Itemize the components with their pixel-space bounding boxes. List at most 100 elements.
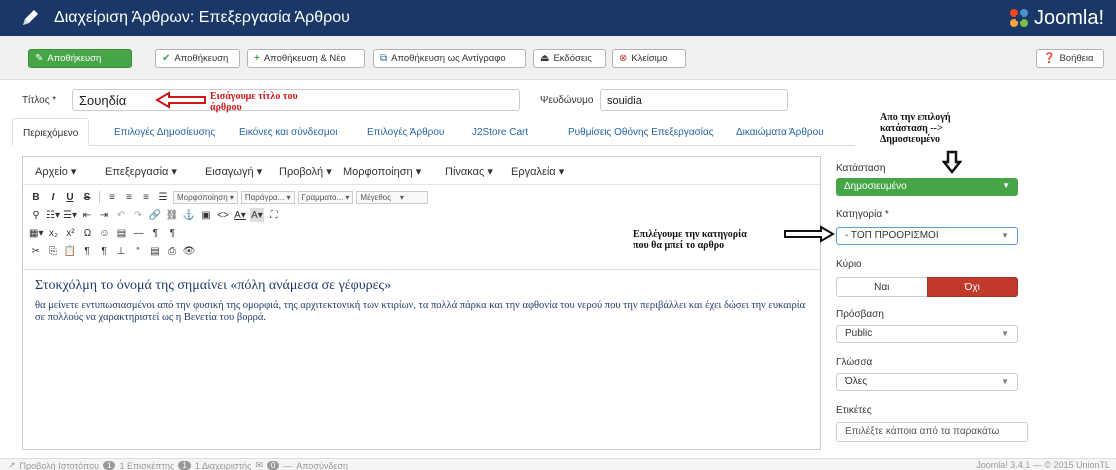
indent-icon[interactable]: ⇥ <box>97 208 111 222</box>
menu-view[interactable]: Προβολή ▾ <box>279 165 332 178</box>
check-icon: ✔ <box>162 53 171 64</box>
numbered-list-icon[interactable]: ☰▾ <box>63 208 77 222</box>
blockquote-icon[interactable]: “ <box>131 244 145 258</box>
size-select[interactable]: Μέγεθος ▾ <box>356 190 429 204</box>
find-replace-icon[interactable]: ⚲ <box>29 208 43 222</box>
format-select[interactable]: Μορφοποίηση ▾ <box>173 190 238 204</box>
status-select[interactable]: Δημοσιευμένο ▼ <box>836 178 1018 196</box>
action-toolbar: ✎ Αποθήκευση ✔ Αποθήκευση + Αποθήκευση &… <box>0 36 1116 80</box>
tab-editor-config[interactable]: Ρυθμίσεις Οθόνης Επεξεργασίας <box>568 118 714 146</box>
table-icon[interactable]: ▦▾ <box>29 226 43 240</box>
outdent-icon[interactable]: ⇤ <box>80 208 94 222</box>
tags-input[interactable]: Επιλέξτε κάποια από τα παρακάτω <box>836 422 1028 442</box>
link-icon[interactable]: 🔗 <box>148 208 162 222</box>
show-blocks-icon[interactable]: ¶ <box>80 244 94 258</box>
status-annotation-line2: κατάσταση --> <box>880 123 943 134</box>
unlink-icon[interactable]: ⛓ <box>165 208 179 222</box>
align-center-icon[interactable]: ≡ <box>122 190 136 204</box>
bold-icon[interactable]: B <box>29 190 43 204</box>
tab-article-options[interactable]: Επιλογές Άρθρου <box>367 118 444 146</box>
category-annotation-line1: Επιλέγουμε την κατηγορία <box>633 229 747 240</box>
edit-icon: ✎ <box>35 53 44 64</box>
menu-table[interactable]: Πίνακας ▾ <box>445 165 493 178</box>
apply-button[interactable]: ✎ Αποθήκευση <box>28 49 132 68</box>
access-value: Public <box>845 328 873 339</box>
toolbar-row-3: ▦▾ x₂ x² Ω ☺ ▤ — ¶ ¶ <box>29 225 179 241</box>
visual-chars-icon[interactable]: ¶ <box>97 244 111 258</box>
emoticon-icon[interactable]: ☺ <box>97 226 111 240</box>
chevron-down-icon: ▼ <box>1002 181 1010 190</box>
alias-input[interactable]: souidia <box>600 89 788 111</box>
paragraph-select-label: Παράγρα... <box>244 192 285 202</box>
text-color-icon[interactable]: A▾ <box>233 208 247 222</box>
apply-label: Αποθήκευση <box>47 53 102 64</box>
save-new-button[interactable]: + Αποθήκευση & Νέο <box>247 49 365 68</box>
print-icon[interactable]: ⎙ <box>165 244 179 258</box>
media-icon[interactable]: ▤ <box>114 226 128 240</box>
tab-permissions[interactable]: Δικαιώματα Άρθρου <box>736 118 824 146</box>
menu-tools[interactable]: Εργαλεία ▾ <box>511 165 564 178</box>
joomla-logo[interactable]: Joomla! <box>1008 6 1104 30</box>
featured-yes-button[interactable]: Ναι <box>836 277 927 297</box>
help-button[interactable]: ❓ Βοήθεια <box>1036 49 1104 68</box>
horizontal-rule-icon[interactable]: — <box>131 226 145 240</box>
menu-insert[interactable]: Εισαγωγή ▾ <box>205 165 262 178</box>
save-close-button[interactable]: ✔ Αποθήκευση <box>155 49 240 68</box>
tab-images-links[interactable]: Εικόνες και σύνδεσμοι <box>239 118 337 146</box>
menu-insert-label: Εισαγωγή <box>205 166 254 178</box>
anchor-icon[interactable]: ⚓ <box>182 208 196 222</box>
separator <box>99 191 100 203</box>
content-body: θα μείνετε εντυπωσιασμένοι από την φυσικ… <box>35 300 806 323</box>
background-color-icon[interactable]: A▾ <box>250 208 264 222</box>
bullet-list-icon[interactable]: ☷▾ <box>46 208 60 222</box>
tags-label: Ετικέτες <box>836 405 872 416</box>
fullscreen-icon[interactable]: ⛶ <box>267 208 281 222</box>
redo-icon[interactable]: ↷ <box>131 208 145 222</box>
tab-content[interactable]: Περιεχόμενο <box>12 118 90 146</box>
language-select[interactable]: Όλες ▼ <box>836 373 1018 391</box>
strikethrough-icon[interactable]: S <box>80 190 94 204</box>
versions-button[interactable]: ⏏ Εκδόσεις <box>533 49 606 68</box>
featured-no-button[interactable]: Όχι <box>926 277 1018 297</box>
wysiwyg-editor: Αρχείο ▾ Επεξεργασία ▾ Εισαγωγή ▾ Προβολ… <box>22 156 835 450</box>
italic-icon[interactable]: I <box>46 190 60 204</box>
ltr-icon[interactable]: ¶ <box>148 226 162 240</box>
menu-tools-label: Εργαλεία <box>511 166 556 178</box>
tab-j2store-cart[interactable]: J2Store Cart <box>472 118 528 146</box>
view-site-link[interactable]: Προβολή Ιστοτόπου <box>20 461 99 470</box>
align-justify-icon[interactable]: ☰ <box>156 190 170 204</box>
code-icon[interactable]: <> <box>216 208 230 222</box>
superscript-icon[interactable]: x² <box>63 226 77 240</box>
close-button[interactable]: ⊗ Κλείσιμο <box>612 49 686 68</box>
menu-format[interactable]: Μορφοποίηση ▾ <box>343 165 421 178</box>
font-select[interactable]: Γραμματο... ▾ <box>297 190 354 204</box>
save-copy-button[interactable]: ⧉ Αποθήκευση ως Αντίγραφο <box>373 49 526 68</box>
rtl-icon[interactable]: ¶ <box>165 226 179 240</box>
image-icon[interactable]: ▣ <box>199 208 213 222</box>
category-select[interactable]: - ΤΟΠ ΠΡΟΟΡΙΣΜΟΙ ▼ <box>836 227 1018 245</box>
editor-content[interactable]: Στοκχόλμη το όνομά της σημαίνει «πόλη αν… <box>23 269 820 449</box>
cut-icon[interactable]: ✂ <box>29 244 43 258</box>
special-char-icon[interactable]: Ω <box>80 226 94 240</box>
undo-icon[interactable]: ↶ <box>114 208 128 222</box>
underline-icon[interactable]: U <box>63 190 77 204</box>
paste-icon[interactable]: 📋 <box>63 244 77 258</box>
mail-icon: ✉ <box>255 460 263 470</box>
save-copy-label: Αποθήκευση ως Αντίγραφο <box>391 53 506 64</box>
menu-file[interactable]: Αρχείο ▾ <box>35 165 76 178</box>
align-left-icon[interactable]: ≡ <box>105 190 119 204</box>
subscript-icon[interactable]: x₂ <box>46 226 60 240</box>
tab-publishing[interactable]: Επιλογές Δημοσίευσης <box>114 118 215 146</box>
preview-icon[interactable]: 👁 <box>182 244 196 258</box>
paragraph-select[interactable]: Παράγρα... ▾ <box>240 190 295 204</box>
copy-icon[interactable]: ⎘ <box>46 244 60 258</box>
menu-edit[interactable]: Επεξεργασία ▾ <box>105 165 177 178</box>
toolbar-row-1: B I U S ≡ ≡ ≡ ☰ Μορφοποίηση ▾ Παράγρα...… <box>29 189 429 205</box>
status-label: Κατάσταση <box>836 163 886 174</box>
align-right-icon[interactable]: ≡ <box>139 190 153 204</box>
insert-date-icon[interactable]: ⊥ <box>114 244 128 258</box>
logout-link[interactable]: Αποσύνδεση <box>296 461 348 470</box>
access-select[interactable]: Public ▼ <box>836 325 1018 343</box>
category-annotation: Επιλέγουμε την κατηγορία που θα μπεί το … <box>633 229 747 251</box>
template-icon[interactable]: ▤ <box>148 244 162 258</box>
